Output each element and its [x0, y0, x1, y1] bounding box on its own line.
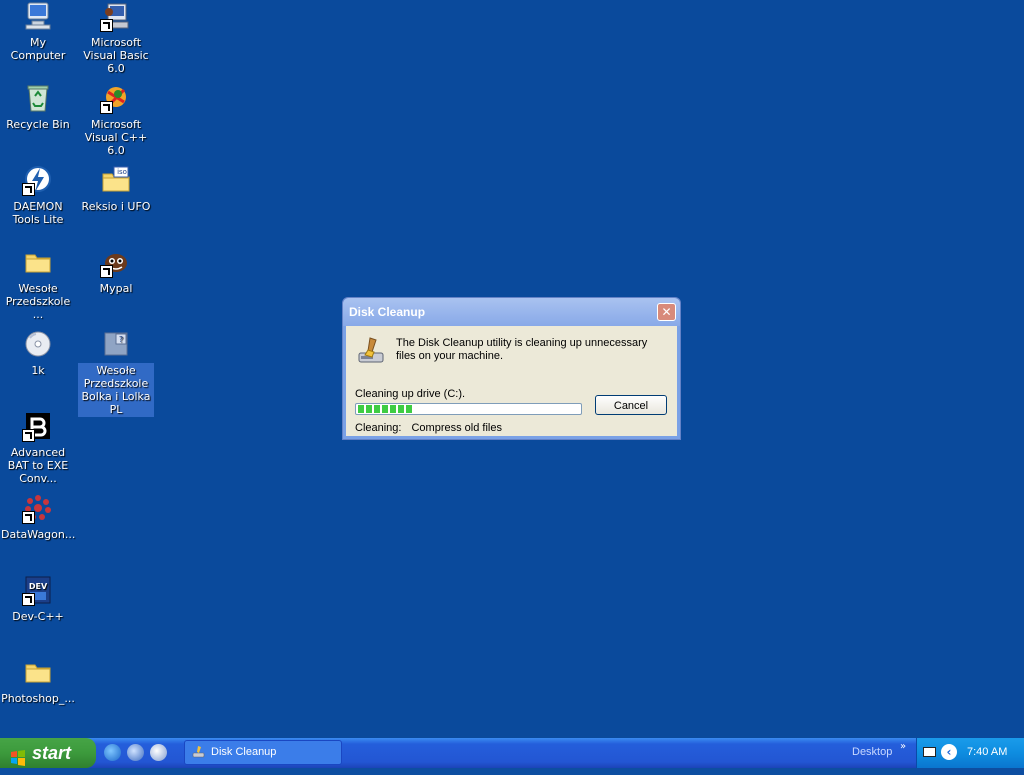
cleaning-task: Compress old files [411, 422, 502, 434]
folder-icon [22, 656, 54, 688]
icon-label: Microsoft Visual C++ 6.0 [84, 118, 148, 157]
dialog-titlebar[interactable]: Disk Cleanup ✕ [343, 298, 680, 326]
icon-label: DataWagon... [1, 528, 76, 541]
quick-launch [104, 744, 167, 762]
taskbar-item-disk-cleanup[interactable]: Disk Cleanup [184, 740, 342, 765]
internet-explorer-icon[interactable] [104, 744, 121, 761]
show-hidden-icons-icon[interactable]: ‹ [941, 744, 957, 760]
shortcut-arrow-icon [100, 265, 113, 278]
svg-text:DEV: DEV [29, 582, 48, 591]
progress-fill [356, 404, 581, 414]
desktop-icon-wesole-przedszkole[interactable]: Wesołe Przedszkole ... [0, 246, 76, 322]
close-button[interactable]: ✕ [657, 303, 676, 321]
disk-cleanup-dialog: Disk Cleanup ✕ The Disk Cleanup utility … [342, 297, 681, 440]
icon-label: DAEMON Tools Lite [12, 200, 64, 226]
mypal-icon [100, 246, 132, 278]
progress-segment [358, 405, 364, 413]
start-button[interactable]: start [0, 738, 96, 768]
shortcut-arrow-icon [22, 511, 35, 524]
taskbar-item-label: Disk Cleanup [211, 746, 277, 758]
desktop-icon-dev-cpp[interactable]: DEV Dev-C++ [0, 574, 76, 624]
desktop-icon-visual-basic[interactable]: Microsoft Visual Basic 6.0 [78, 0, 154, 76]
cleanup-progress-bar [355, 403, 582, 415]
folder-icon [22, 246, 54, 278]
icon-label: Recycle Bin [6, 118, 70, 131]
iso-badge: iso [117, 168, 127, 176]
dialog-title: Disk Cleanup [349, 305, 426, 319]
desktop-icon-my-computer[interactable]: My Computer [0, 0, 76, 63]
desktop-icon-wesole-bolka-lolka[interactable]: ? Wesołe Przedszkole Bolka i Lolka PL [78, 328, 154, 417]
desktop-icon-mypal[interactable]: Mypal [78, 246, 154, 296]
desktop-toolbar-label[interactable]: Desktop [852, 746, 892, 758]
icon-label: Wesołe Przedszkole ... [5, 282, 71, 321]
icon-label: Reksio i UFO [81, 200, 151, 213]
icon-label: Photoshop_... [1, 692, 75, 705]
daemon-tools-icon [22, 164, 54, 196]
icon-label: Dev-C++ [12, 610, 64, 623]
system-tray: ‹ 7:40 AM [916, 738, 1024, 768]
datawagon-icon [22, 492, 54, 524]
taskbar: start Disk Cleanup Desktop » ‹ 7:40 AM [0, 738, 1024, 768]
progress-segment [382, 405, 388, 413]
unknown-file-icon: ? [100, 328, 132, 360]
dev-cpp-icon: DEV [22, 574, 54, 606]
progress-segment [390, 405, 396, 413]
icon-label: 1k [31, 364, 45, 377]
media-player-icon[interactable] [127, 744, 144, 761]
show-desktop-icon[interactable] [150, 744, 167, 761]
dialog-body: The Disk Cleanup utility is cleaning up … [346, 326, 677, 436]
my-computer-icon [22, 0, 54, 32]
visual-cpp-icon [100, 82, 132, 114]
progress-segment [398, 405, 404, 413]
disk-cleanup-icon [192, 745, 206, 759]
visual-basic-icon [100, 0, 132, 32]
cleaning-label: Cleaning: [355, 422, 402, 434]
cancel-button[interactable]: Cancel [595, 395, 667, 415]
desktop-icon-daemon-tools[interactable]: DAEMON Tools Lite [0, 164, 76, 227]
shortcut-arrow-icon [100, 101, 113, 114]
desktop-icon-advanced-bat[interactable]: Advanced BAT to EXE Conv... [0, 410, 76, 486]
progress-segment [374, 405, 380, 413]
icon-label: My Computer [10, 36, 66, 62]
bat-to-exe-icon [22, 410, 54, 442]
disk-cleanup-icon [356, 335, 388, 367]
progress-segment [406, 405, 412, 413]
start-label: start [32, 743, 72, 763]
icon-label: Microsoft Visual Basic 6.0 [83, 36, 149, 75]
iso-folder-icon: iso [100, 164, 132, 196]
desktop-icon-recycle-bin[interactable]: Recycle Bin [0, 82, 76, 132]
drive-status-text: Cleaning up drive (C:). [355, 388, 466, 400]
desktop-icon-visual-cpp[interactable]: Microsoft Visual C++ 6.0 [78, 82, 154, 158]
dialog-message: The Disk Cleanup utility is cleaning up … [396, 337, 648, 362]
shortcut-arrow-icon [22, 593, 35, 606]
cd-icon [22, 328, 54, 360]
desktop-icon-photoshop[interactable]: Photoshop_... [0, 656, 76, 706]
desktop-icon-1k[interactable]: 1k [0, 328, 76, 378]
cleaning-status: Cleaning: Compress old files [355, 422, 502, 434]
windows-logo-icon [10, 745, 26, 766]
desktop-icon-datawagon[interactable]: DataWagon... [0, 492, 76, 542]
shortcut-arrow-icon [22, 429, 35, 442]
icon-label: Mypal [99, 282, 133, 295]
keyboard-icon[interactable] [923, 747, 936, 757]
icon-label: Advanced BAT to EXE Conv... [7, 446, 69, 485]
shortcut-arrow-icon [100, 19, 113, 32]
shortcut-arrow-icon [22, 183, 35, 196]
recycle-bin-icon [22, 82, 54, 114]
desktop-icon-reksio[interactable]: iso Reksio i UFO [78, 164, 154, 214]
icon-label: Wesołe Przedszkole Bolka i Lolka PL [78, 363, 154, 417]
svg-text:?: ? [119, 335, 123, 344]
toolbar-chevron-icon[interactable]: » [900, 741, 906, 752]
progress-segment [366, 405, 372, 413]
close-icon: ✕ [661, 305, 672, 319]
clock[interactable]: 7:40 AM [967, 746, 1007, 758]
